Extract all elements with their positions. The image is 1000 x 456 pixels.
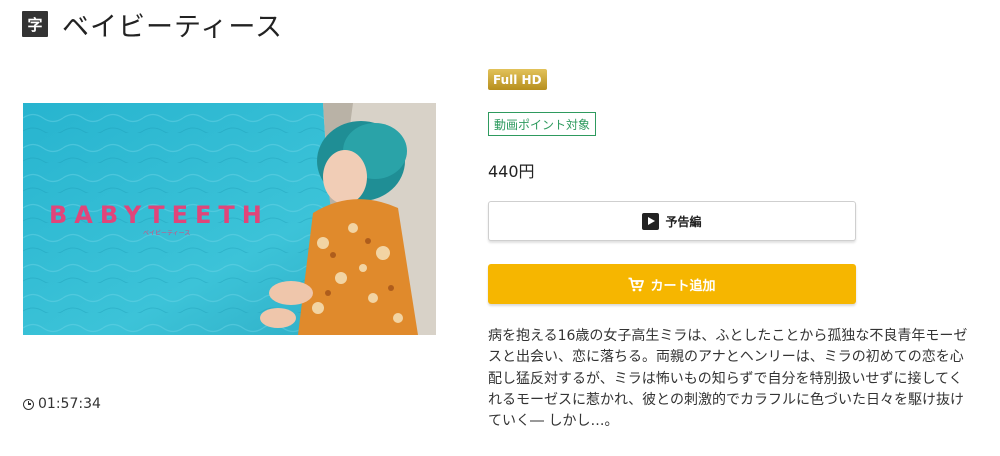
price: 440円: [488, 162, 535, 181]
video-thumbnail[interactable]: BABYTEETH ベイビーティース: [23, 103, 436, 335]
subtitle-badge: 字: [22, 11, 48, 37]
clock-icon: [23, 398, 34, 410]
thumbnail-title: BABYTEETH: [49, 201, 269, 229]
title-row: 字 ベイビーティース: [22, 8, 283, 43]
trailer-button[interactable]: 予告編: [488, 201, 856, 241]
thumbnail-subtitle: ベイビーティース: [143, 229, 190, 237]
play-icon: [642, 212, 660, 230]
cart-icon: [628, 277, 645, 292]
page-title: ベイビーティース: [62, 11, 284, 43]
add-to-cart-label: カート追加: [650, 278, 716, 294]
full-hd-badge: Full HD: [488, 69, 547, 90]
duration-value: 01:57:34: [38, 396, 101, 412]
add-to-cart-button[interactable]: カート追加: [488, 264, 856, 304]
duration: 01:57:34: [23, 396, 101, 412]
description: 病を抱える16歳の女子高生ミラは、ふとしたことから孤独な不良青年モーゼスと出会い…: [488, 328, 968, 430]
trailer-button-label: 予告編: [665, 214, 702, 229]
thumbnail-image: BABYTEETH ベイビーティース: [23, 103, 436, 335]
video-point-badge: 動画ポイント対象: [488, 112, 597, 136]
